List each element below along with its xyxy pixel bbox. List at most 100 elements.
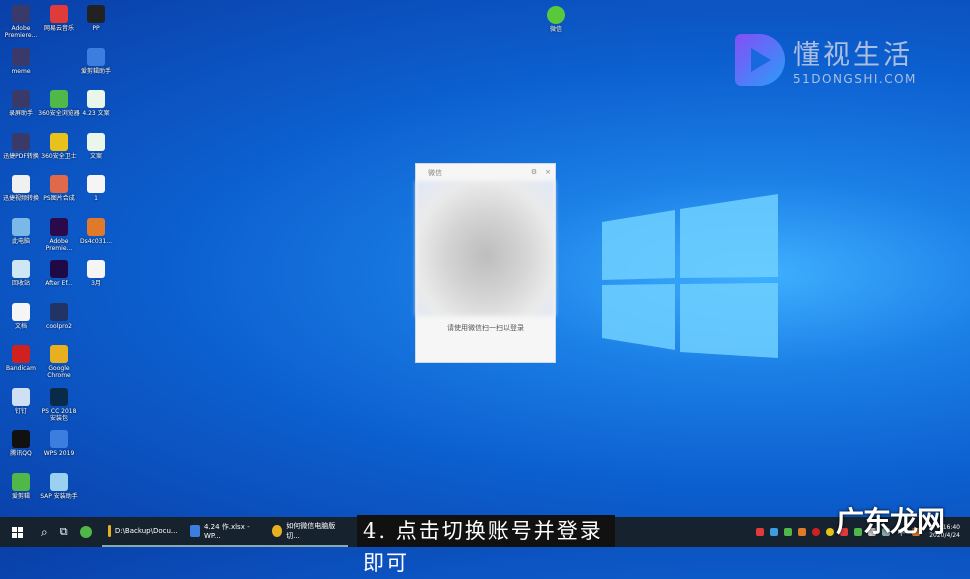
close-icon[interactable]: ×: [545, 168, 551, 177]
play-logo-icon: [735, 33, 785, 86]
desktop-icon[interactable]: 文档: [0, 303, 42, 330]
app-icon: [50, 345, 68, 363]
desktop-icon-label: PS图片合成: [43, 195, 75, 202]
wps-icon: [189, 525, 200, 537]
windows-pane: [680, 194, 778, 278]
app-icon: [87, 175, 105, 193]
desktop-icon-label: 钉钉: [14, 408, 27, 415]
app-icon: [87, 260, 105, 278]
desktop-icon-label: 爱剪辑助手: [80, 68, 111, 75]
desktop-icon[interactable]: 1: [75, 175, 117, 202]
desktop-icon-label: 录屏助手: [8, 110, 33, 117]
taskbar-app-wps[interactable]: 4.24 作.xlsx - WP...: [183, 517, 266, 547]
desktop-icon[interactable]: 4.23 文案: [75, 90, 117, 117]
desktop-icon[interactable]: 爱剪辑助手: [75, 48, 117, 75]
desktop-icon-label: meme: [11, 68, 31, 75]
app-icon: [87, 90, 105, 108]
scan-tip: 请使用微信扫一扫以登录: [447, 324, 524, 332]
desktop-icon-label: 360安全卫士: [41, 153, 77, 160]
app-icon: [50, 133, 68, 151]
wechat-login-dialog: 微信 ⚙ × 请使用微信扫一扫以登录: [415, 163, 556, 363]
desktop-icon[interactable]: 360安全卫士: [38, 133, 80, 160]
desktop-icon[interactable]: Ds4c031...: [75, 218, 117, 245]
desktop-icon-label: 文案: [89, 153, 102, 160]
desktop-icon[interactable]: 360安全浏览器: [38, 90, 80, 117]
desktop-icon-label: coolpro2: [46, 323, 72, 330]
desktop-icon[interactable]: PS图片合成: [38, 175, 80, 202]
desktop-icon-label: Adobe Premiere...: [4, 25, 38, 39]
windows-pane: [602, 284, 675, 350]
desktop-icon[interactable]: PP: [75, 5, 117, 32]
desktop-icon[interactable]: 文案: [75, 133, 117, 160]
desktop-icon-label: WPS 2019: [43, 450, 75, 457]
app-icon: [87, 218, 105, 236]
app-icon: [12, 345, 30, 363]
desktop-icon[interactable]: Adobe Premie...: [38, 218, 80, 252]
app-icon: [12, 48, 30, 66]
desktop-icon[interactable]: SAP 安装助手: [38, 473, 80, 500]
desktop-icon[interactable]: 此电脑: [0, 218, 42, 245]
desktop-icon-label: 腾讯QQ: [10, 450, 32, 457]
app-icon: [50, 430, 68, 448]
desktop-icon-label: Adobe Premie...: [45, 238, 73, 252]
desktop-icon[interactable]: coolpro2: [38, 303, 80, 330]
desktop-icon[interactable]: 钉钉: [0, 388, 42, 415]
tray-icon[interactable]: [798, 528, 807, 536]
tray-icon[interactable]: [756, 528, 765, 536]
desktop-icon-label: SAP 安装助手: [40, 493, 78, 500]
app-icon: [12, 218, 30, 236]
desktop-icon[interactable]: 迅捷视频转换: [0, 175, 42, 202]
windows-logo-wallpaper: [602, 194, 778, 358]
app-icon: [50, 473, 68, 491]
dialog-title: 微信: [428, 169, 442, 177]
folder-icon: [107, 525, 111, 537]
desktop-icon[interactable]: 网易云音乐: [38, 5, 80, 32]
pinned-app-icon[interactable]: [74, 517, 102, 547]
app-icon: [12, 430, 30, 448]
desktop-icon-label: 1: [94, 195, 98, 202]
search-button[interactable]: ⌕: [35, 517, 54, 547]
app-icon: [50, 260, 68, 278]
taskbar-app-chrome[interactable]: 如何微信电脑版切...: [265, 517, 348, 547]
app-icon: [12, 90, 30, 108]
settings-icon[interactable]: ⚙: [531, 168, 537, 177]
tray-icon[interactable]: [812, 528, 821, 536]
app-icon: [12, 260, 30, 278]
desktop-icon[interactable]: 录屏助手: [0, 90, 42, 117]
tray-icon[interactable]: [826, 528, 835, 536]
desktop-icon[interactable]: 回收站: [0, 260, 42, 287]
tray-icon[interactable]: [784, 528, 793, 536]
desktop-icon-label: 文档: [14, 323, 27, 330]
desktop-icon-label: 网易云音乐: [43, 25, 74, 32]
app-icon: [12, 473, 30, 491]
app-icon: [12, 175, 30, 193]
windows-pane: [680, 283, 778, 358]
desktop-icon[interactable]: PS CC 2018 安装包: [38, 388, 80, 422]
desktop-icon[interactable]: Adobe Premiere...: [0, 5, 42, 39]
wechat-desktop-icon[interactable]: 微信: [535, 6, 577, 33]
desktop-icon[interactable]: meme: [0, 48, 42, 75]
desktop-icon[interactable]: Google Chrome: [38, 345, 80, 379]
desktop-icon-label: 爱剪辑: [11, 493, 30, 500]
subtitle-caption: 4. 点击切换账号并登录即可: [357, 515, 615, 575]
app-icon: [87, 5, 105, 23]
app-icon: [12, 5, 30, 23]
windows-pane: [602, 210, 675, 280]
desktop-icon[interactable]: WPS 2019: [38, 430, 80, 457]
app-icon: [87, 133, 105, 151]
desktop-icon[interactable]: 爱剪辑: [0, 473, 42, 500]
app-icon: [50, 388, 68, 406]
desktop-icon[interactable]: Bandicam: [0, 345, 42, 372]
tray-icon[interactable]: [770, 528, 779, 536]
desktop-icon[interactable]: 腾讯QQ: [0, 430, 42, 457]
taskbar-app-explorer[interactable]: D:\Backup\Docu...: [101, 517, 184, 547]
task-view-button[interactable]: ⧉: [54, 517, 74, 547]
wechat-icon: [547, 6, 565, 24]
desktop-icon-label: 迅捷视频转换: [2, 195, 39, 202]
app-icon: [12, 388, 30, 406]
desktop-icon-label: PS CC 2018 安装包: [41, 408, 77, 422]
desktop-icon[interactable]: 迅捷PDF转换: [0, 133, 42, 160]
desktop-icon[interactable]: After Ef...: [38, 260, 80, 287]
desktop-icon[interactable]: 3月: [75, 260, 117, 287]
start-button[interactable]: [0, 517, 35, 547]
